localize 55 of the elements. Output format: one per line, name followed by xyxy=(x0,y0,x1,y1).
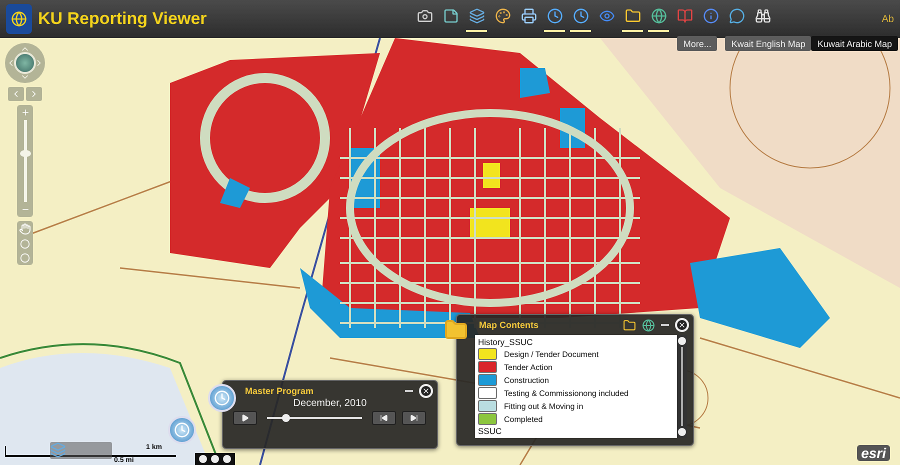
clock-tool-button[interactable] xyxy=(544,6,565,32)
globe-icon xyxy=(11,11,27,27)
layers-icon[interactable] xyxy=(50,442,66,458)
panel-title: Master Program xyxy=(245,386,314,396)
clock-icon xyxy=(572,8,588,24)
previous-button[interactable] xyxy=(372,411,396,425)
step-back-icon xyxy=(380,414,388,422)
close-button[interactable] xyxy=(419,384,433,398)
globe-tool-button[interactable] xyxy=(648,6,669,32)
more-button[interactable]: More... xyxy=(677,36,718,51)
scroll-bar[interactable] xyxy=(677,335,687,438)
palette-icon xyxy=(494,8,510,24)
basemap-toggle[interactable]: Kuwait Arabic Map xyxy=(811,36,898,51)
camera-icon xyxy=(416,8,432,24)
zoom-slider[interactable] xyxy=(17,105,33,217)
clock-face-icon xyxy=(174,422,190,438)
legend-label: Tender Action xyxy=(504,362,552,372)
user-label: Ab xyxy=(882,14,894,24)
globe-icon xyxy=(650,8,666,24)
folder-icon xyxy=(624,8,640,24)
binoculars-icon xyxy=(754,8,770,24)
layers-tool-button[interactable] xyxy=(466,6,487,32)
legend-label: Design / Tender Document xyxy=(504,350,599,358)
layer-name: History_SSUC xyxy=(478,337,534,347)
eye-icon xyxy=(598,8,614,24)
step-forward-icon xyxy=(410,414,418,422)
folder-icon[interactable] xyxy=(623,318,636,332)
close-button[interactable] xyxy=(675,318,689,332)
clock-face-icon xyxy=(214,390,230,406)
zoom-thumb[interactable] xyxy=(20,150,30,157)
info-icon xyxy=(702,8,718,24)
date-label: December, 2010 xyxy=(292,398,368,409)
legend-label: Completed xyxy=(504,414,543,424)
legend-label: Construction xyxy=(504,376,549,384)
legend-label: Testing & Commissionong included xyxy=(504,388,629,398)
clock-tool-button[interactable] xyxy=(570,6,591,32)
note-icon xyxy=(442,8,458,24)
printer-icon xyxy=(520,8,536,24)
layers-icon xyxy=(468,8,484,24)
play-icon xyxy=(241,414,249,422)
app-title: KU Reporting Viewer xyxy=(38,9,208,29)
attribution-logo: esri xyxy=(857,445,890,461)
close-icon xyxy=(678,321,686,329)
panel-title: Map Contents xyxy=(479,320,538,330)
clock-icon xyxy=(546,8,562,24)
basemap-toggle[interactable]: Kwait English Map xyxy=(725,36,812,51)
book-icon xyxy=(676,8,692,24)
legend-label: Fitting out & Moving in xyxy=(504,402,584,410)
next-button[interactable] xyxy=(402,411,426,425)
play-button[interactable] xyxy=(233,411,257,425)
close-icon xyxy=(422,387,430,395)
layer-name: SSUC xyxy=(478,426,503,436)
folder-icon xyxy=(444,318,468,342)
globe-icon[interactable] xyxy=(642,318,655,332)
chat-icon xyxy=(728,8,744,24)
